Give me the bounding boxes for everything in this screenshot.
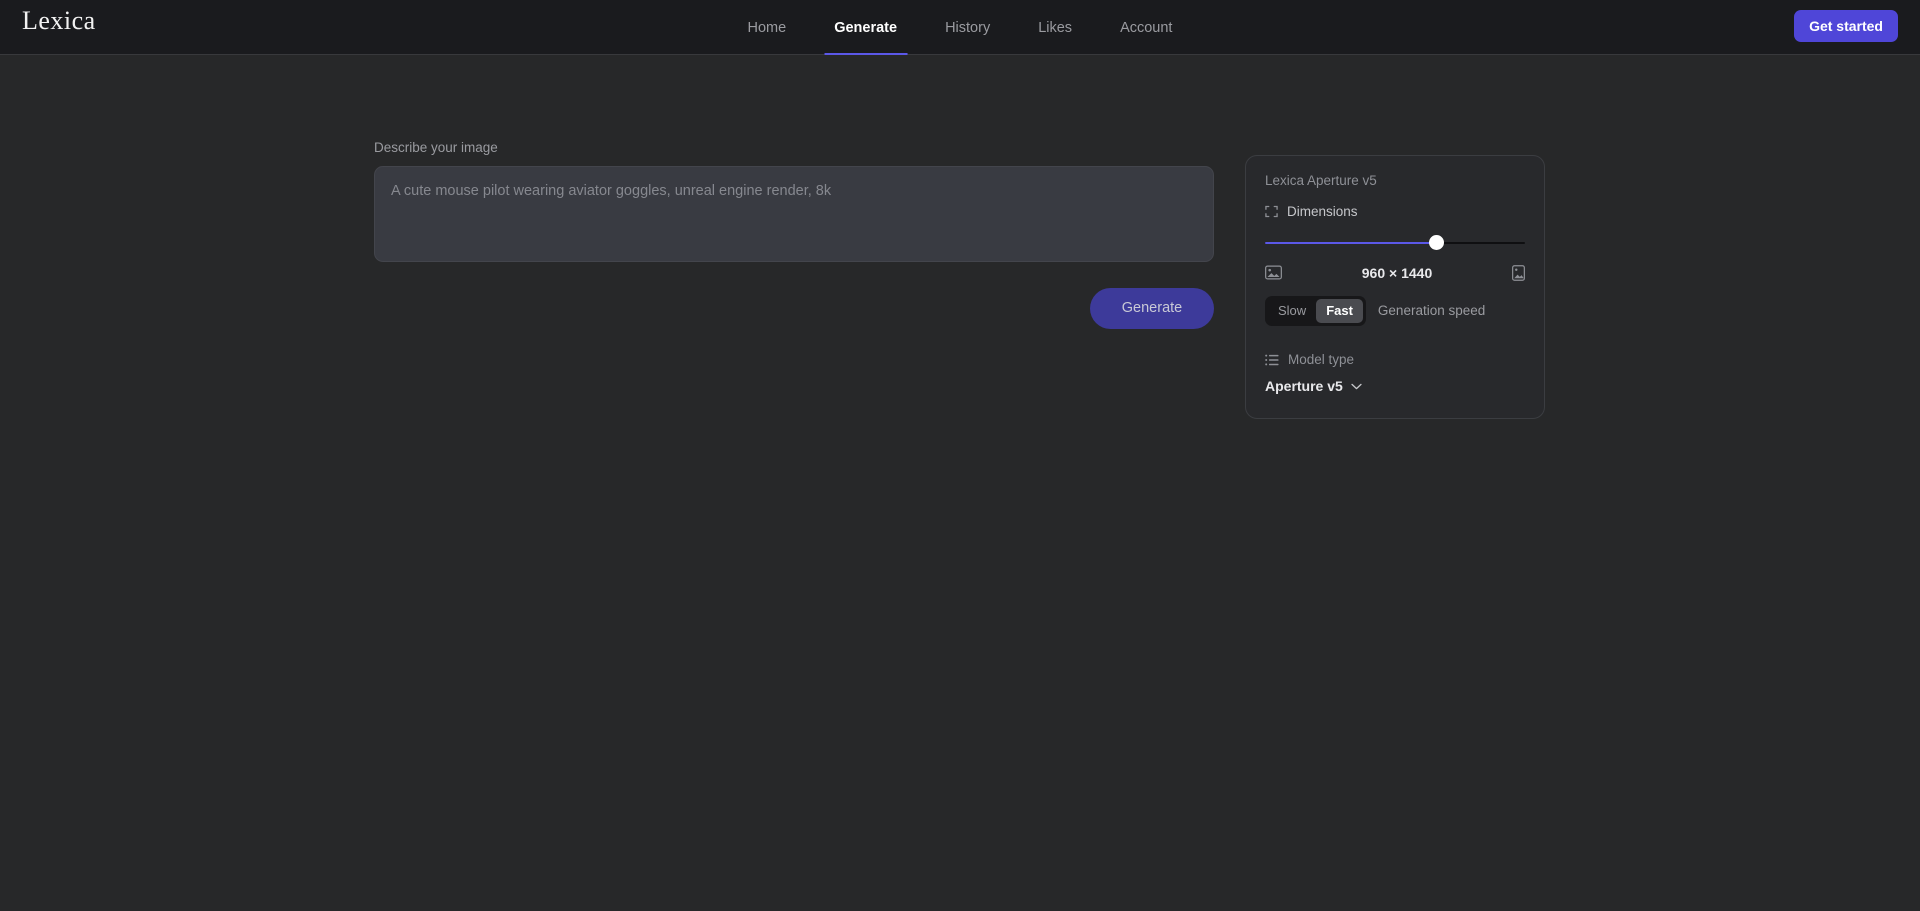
lexica-logo[interactable]: Lexica xyxy=(22,8,96,34)
top-navigation-bar: Lexica Home Generate History Likes Accou… xyxy=(0,0,1920,55)
dimensions-label: Dimensions xyxy=(1287,204,1358,220)
dimensions-header: Dimensions xyxy=(1265,205,1525,219)
nav-item-history[interactable]: History xyxy=(921,0,1014,55)
dimensions-value-row: 960 × 1440 xyxy=(1265,264,1525,281)
slider-fill xyxy=(1265,241,1437,244)
model-type-label: Model type xyxy=(1288,351,1355,367)
expand-corners-icon xyxy=(1265,205,1278,218)
speed-option-fast[interactable]: Fast xyxy=(1316,298,1363,323)
prompt-label: Describe your image xyxy=(374,140,498,155)
generation-settings-panel: Lexica Aperture v5 Dimensions 960 × 1440… xyxy=(1245,155,1545,420)
dimensions-slider[interactable] xyxy=(1265,233,1525,253)
main-content: Describe your image Generate Lexica Aper… xyxy=(0,55,1920,911)
model-type-header: Model type xyxy=(1265,353,1525,367)
model-type-dropdown[interactable]: Aperture v5 xyxy=(1265,379,1362,393)
nav-item-label: Account xyxy=(1120,19,1173,36)
chevron-down-icon xyxy=(1351,383,1362,390)
generate-button[interactable]: Generate xyxy=(1090,288,1214,329)
speed-option-slow[interactable]: Slow xyxy=(1268,299,1316,323)
portrait-image-icon[interactable] xyxy=(1512,264,1525,281)
generation-speed-toggle[interactable]: Slow Fast xyxy=(1265,295,1366,326)
nav-item-home[interactable]: Home xyxy=(724,0,811,55)
generation-speed-row: Slow Fast Generation speed xyxy=(1265,295,1525,326)
nav-item-generate[interactable]: Generate xyxy=(810,0,921,55)
generate-button-row: Generate xyxy=(374,288,1214,329)
nav-item-label: Generate xyxy=(834,19,898,36)
prompt-input[interactable] xyxy=(374,166,1214,263)
nav-item-account[interactable]: Account xyxy=(1096,0,1196,55)
list-icon xyxy=(1265,354,1279,366)
main-nav: Home Generate History Likes Account xyxy=(724,0,1197,55)
slider-thumb[interactable] xyxy=(1429,234,1445,250)
panel-title: Lexica Aperture v5 xyxy=(1265,173,1377,188)
nav-item-label: Likes xyxy=(1038,19,1073,36)
get-started-button[interactable]: Get started xyxy=(1794,10,1898,42)
nav-item-likes[interactable]: Likes xyxy=(1014,0,1096,55)
nav-item-label: Home xyxy=(747,19,787,36)
landscape-image-icon[interactable] xyxy=(1265,265,1282,280)
generation-speed-label: Generation speed xyxy=(1377,303,1486,319)
dimensions-value: 960 × 1440 xyxy=(1361,264,1433,281)
model-type-selected: Aperture v5 xyxy=(1265,378,1343,395)
prompt-composer: Describe your image Generate xyxy=(374,140,1214,329)
nav-item-label: History xyxy=(945,19,991,36)
